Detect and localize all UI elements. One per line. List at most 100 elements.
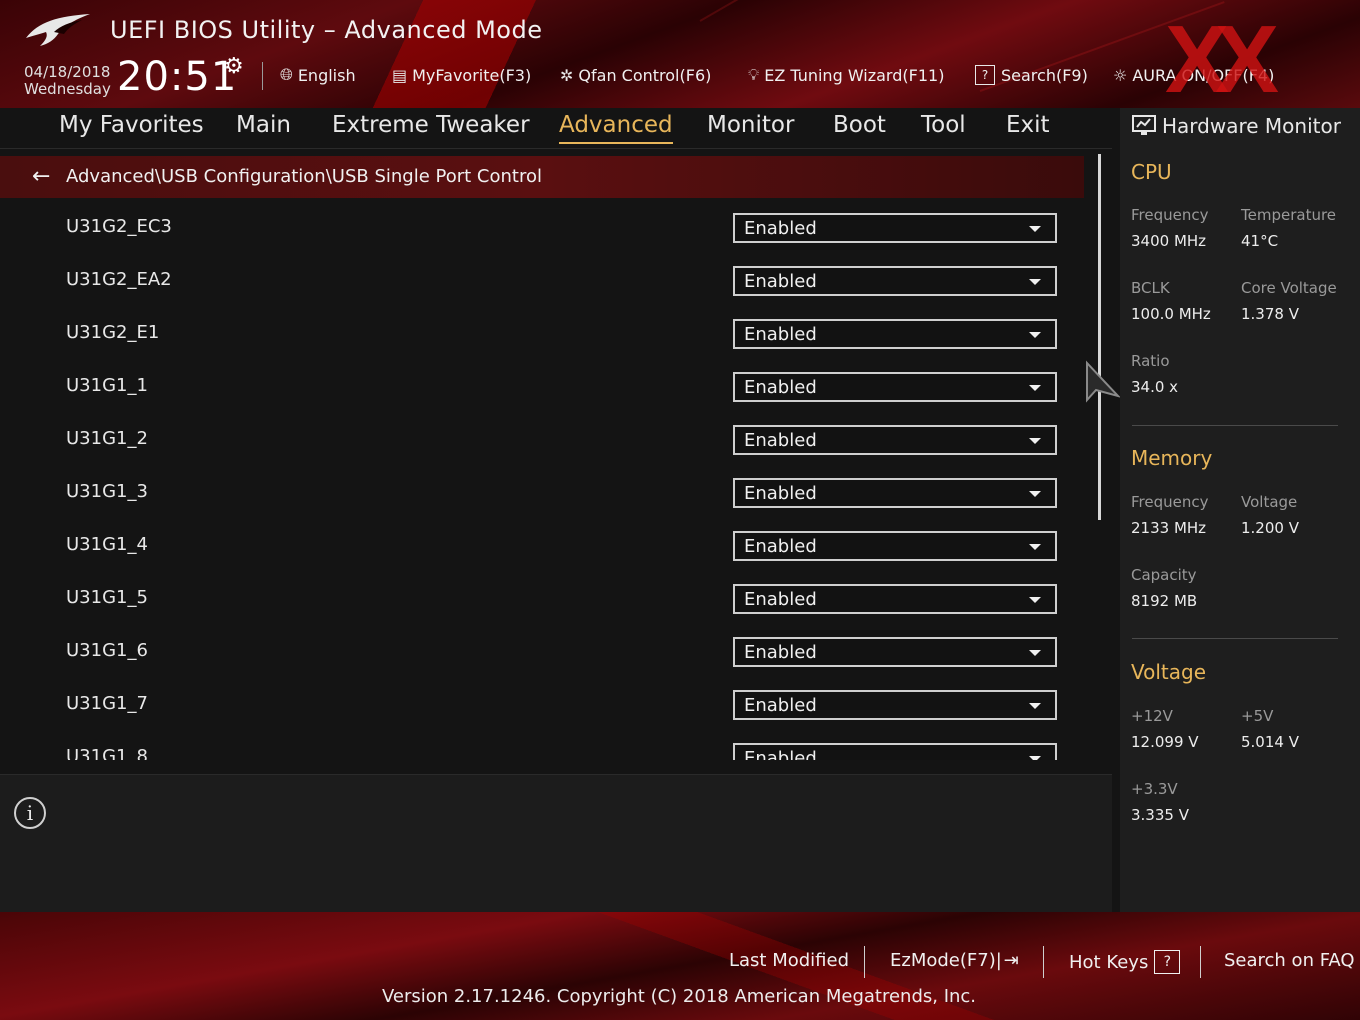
bclk-label: BCLK bbox=[1131, 279, 1170, 297]
footer-divider bbox=[1200, 946, 1201, 978]
version-text: Version 2.17.1246. Copyright (C) 2018 Am… bbox=[0, 986, 1360, 1007]
mouse-pointer-icon bbox=[1086, 360, 1122, 403]
favorite-list-icon: ▤ bbox=[392, 65, 408, 85]
chevron-down-icon bbox=[1029, 544, 1041, 550]
v12-label: +12V bbox=[1131, 707, 1173, 725]
v33-value: 3.335 V bbox=[1131, 806, 1189, 824]
cpu-heading: CPU bbox=[1131, 160, 1172, 184]
myfavorite-label: MyFavorite(F3) bbox=[412, 65, 532, 85]
setting-dropdown[interactable]: Enabled bbox=[733, 478, 1057, 508]
setting-row[interactable]: U31G1_5 Enabled bbox=[0, 571, 1090, 624]
myfavorite-button[interactable]: ▤ MyFavorite(F3) bbox=[392, 64, 531, 86]
setting-row[interactable]: U31G1_6 Enabled bbox=[0, 624, 1090, 677]
ezmode-label: EzMode(F7)| bbox=[890, 950, 1002, 971]
section-divider bbox=[1132, 638, 1338, 639]
dropdown-value: Enabled bbox=[744, 271, 817, 292]
hardware-monitor-panel: Hardware Monitor CPU Frequency Temperatu… bbox=[1120, 108, 1360, 912]
hot-keys-button[interactable]: Hot Keys ? bbox=[1069, 950, 1181, 974]
v12-value: 12.099 V bbox=[1131, 733, 1199, 751]
setting-row[interactable]: U31G1_7 Enabled bbox=[0, 677, 1090, 730]
setting-dropdown[interactable]: Enabled bbox=[733, 319, 1057, 349]
setting-dropdown[interactable]: Enabled bbox=[733, 584, 1057, 614]
setting-row[interactable]: U31G2_EA2 Enabled bbox=[0, 253, 1090, 306]
setting-row[interactable]: U31G1_8 Enabled bbox=[0, 730, 1090, 760]
aura-icon: ☼ bbox=[1113, 65, 1128, 85]
setting-row[interactable]: U31G1_3 Enabled bbox=[0, 465, 1090, 518]
memory-frequency-value: 2133 MHz bbox=[1131, 519, 1207, 537]
dropdown-value: Enabled bbox=[744, 218, 817, 239]
footer-bar: Last Modified EzMode(F7)| ⇥ Hot Keys ? S… bbox=[0, 912, 1360, 1020]
ratio-label: Ratio bbox=[1131, 352, 1170, 370]
chevron-down-icon bbox=[1029, 491, 1041, 497]
cpu-frequency-value: 3400 MHz bbox=[1131, 232, 1207, 250]
chevron-down-icon bbox=[1029, 703, 1041, 709]
setting-label: U31G2_EA2 bbox=[66, 269, 172, 290]
tab-advanced[interactable]: Advanced bbox=[559, 112, 673, 144]
chevron-down-icon bbox=[1029, 597, 1041, 603]
setting-dropdown[interactable]: Enabled bbox=[733, 425, 1057, 455]
tab-monitor[interactable]: Monitor bbox=[707, 112, 794, 142]
tab-my-favorites[interactable]: My Favorites bbox=[59, 112, 204, 142]
tab-exit[interactable]: Exit bbox=[1006, 112, 1050, 142]
setting-dropdown[interactable]: Enabled bbox=[733, 637, 1057, 667]
ezmode-button[interactable]: EzMode(F7)| ⇥ bbox=[890, 950, 1019, 971]
setting-dropdown[interactable]: Enabled bbox=[733, 372, 1057, 402]
search-faq-label: Search on FAQ bbox=[1224, 950, 1355, 971]
chevron-down-icon bbox=[1029, 385, 1041, 391]
setting-dropdown[interactable]: Enabled bbox=[733, 690, 1057, 720]
dropdown-value: Enabled bbox=[744, 430, 817, 451]
section-divider bbox=[1132, 425, 1338, 426]
capacity-value: 8192 MB bbox=[1131, 592, 1198, 610]
back-arrow-icon[interactable]: ← bbox=[32, 164, 50, 189]
ez-tuning-button[interactable]: 💡︎ EZ Tuning Wizard(F11) bbox=[748, 64, 944, 86]
chevron-down-icon bbox=[1029, 226, 1041, 232]
memory-frequency-label: Frequency bbox=[1131, 493, 1209, 511]
gear-icon[interactable]: ⚙ bbox=[224, 54, 244, 79]
tab-main[interactable]: Main bbox=[236, 112, 291, 142]
dropdown-value: Enabled bbox=[744, 589, 817, 610]
help-info-panel: i bbox=[0, 774, 1112, 913]
tab-extreme-tweaker[interactable]: Extreme Tweaker bbox=[332, 112, 530, 142]
cpu-temperature-value: 41°C bbox=[1241, 232, 1279, 250]
header-bar: UEFI BIOS Utility – Advanced Mode 04/18/… bbox=[0, 0, 1360, 108]
search-label: Search(F9) bbox=[1001, 65, 1088, 85]
setting-label: U31G1_3 bbox=[66, 481, 148, 502]
main-tab-bar: My Favorites Main Extreme Tweaker Advanc… bbox=[0, 108, 1112, 149]
chevron-down-icon bbox=[1029, 279, 1041, 285]
rog-logo-icon bbox=[26, 14, 90, 46]
setting-dropdown[interactable]: Enabled bbox=[733, 213, 1057, 243]
language-button[interactable]: 🌐︎ English bbox=[280, 64, 356, 86]
capacity-label: Capacity bbox=[1131, 566, 1197, 584]
setting-row[interactable]: U31G2_E1 Enabled bbox=[0, 306, 1090, 359]
ratio-value: 34.0 x bbox=[1131, 378, 1179, 396]
tab-boot[interactable]: Boot bbox=[833, 112, 886, 142]
cpu-temperature-label: Temperature bbox=[1241, 206, 1337, 224]
setting-row[interactable]: U31G1_2 Enabled bbox=[0, 412, 1090, 465]
watermark-logo: XX bbox=[1165, 6, 1279, 108]
app-title: UEFI BIOS Utility – Advanced Mode bbox=[110, 16, 543, 44]
ez-tuning-label: EZ Tuning Wizard(F11) bbox=[764, 65, 945, 85]
help-key-icon: ? bbox=[1154, 950, 1181, 974]
scrollbar[interactable] bbox=[1098, 154, 1101, 520]
dropdown-value: Enabled bbox=[744, 483, 817, 504]
globe-icon: 🌐︎ bbox=[280, 65, 293, 84]
last-modified-button[interactable]: Last Modified bbox=[729, 950, 849, 971]
dropdown-value: Enabled bbox=[744, 695, 817, 716]
settings-list: U31G2_EC3 Enabled U31G2_EA2 Enabled U31G… bbox=[0, 200, 1090, 760]
setting-row[interactable]: U31G2_EC3 Enabled bbox=[0, 200, 1090, 253]
v5-label: +5V bbox=[1241, 707, 1274, 725]
search-button[interactable]: ? Search(F9) bbox=[975, 64, 1088, 86]
setting-dropdown[interactable]: Enabled bbox=[733, 531, 1057, 561]
core-voltage-value: 1.378 V bbox=[1241, 305, 1299, 323]
qfan-control-button[interactable]: ✲ Qfan Control(F6) bbox=[560, 64, 711, 86]
v33-label: +3.3V bbox=[1131, 780, 1178, 798]
setting-row[interactable]: U31G1_4 Enabled bbox=[0, 518, 1090, 571]
v5-value: 5.014 V bbox=[1241, 733, 1299, 751]
setting-dropdown[interactable]: Enabled bbox=[733, 266, 1057, 296]
tab-tool[interactable]: Tool bbox=[921, 112, 966, 142]
setting-label: U31G1_5 bbox=[66, 587, 148, 608]
setting-row[interactable]: U31G1_1 Enabled bbox=[0, 359, 1090, 412]
search-faq-button[interactable]: Search on FAQ bbox=[1224, 950, 1355, 971]
dropdown-value: Enabled bbox=[744, 536, 817, 557]
setting-dropdown[interactable]: Enabled bbox=[733, 743, 1057, 760]
